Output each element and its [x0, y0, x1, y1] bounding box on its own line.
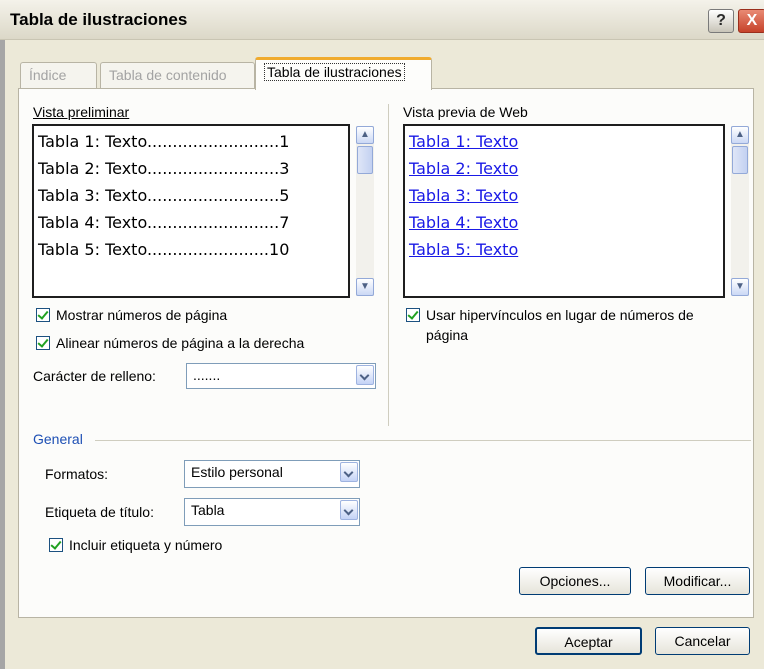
tab-tabla-de-contenido[interactable]: Tabla de contenido	[100, 62, 255, 88]
scroll-thumb[interactable]	[357, 146, 373, 174]
scroll-up-icon[interactable]: ▲	[731, 126, 749, 144]
web-preview-scrollbar[interactable]: ▲ ▼	[731, 126, 749, 296]
preview-item: Tabla 4: Texto..........................…	[38, 213, 290, 232]
tab-indice[interactable]: Índice	[20, 62, 97, 88]
chevron-down-icon[interactable]	[340, 462, 358, 482]
web-preview-link: Tabla 4: Texto	[409, 213, 519, 232]
include-label-checkbox[interactable]	[49, 538, 63, 552]
use-hyperlinks-label-cont: página	[426, 327, 469, 343]
formats-value: Estilo personal	[191, 464, 283, 480]
help-button[interactable]: ?	[708, 9, 734, 33]
options-button[interactable]: Opciones...	[519, 567, 631, 595]
close-button[interactable]: X	[738, 9, 764, 33]
tab-indice-label: Índice	[29, 67, 67, 83]
web-preview-label: Vista previa de Web	[403, 104, 528, 120]
scroll-down-icon[interactable]: ▼	[731, 278, 749, 296]
web-preview-link: Tabla 1: Texto	[409, 132, 519, 151]
web-preview-link: Tabla 5: Texto	[409, 240, 519, 259]
fill-char-value: .......	[193, 367, 221, 383]
web-preview-link: Tabla 3: Texto	[409, 186, 519, 205]
ok-button[interactable]: Aceptar	[535, 627, 642, 655]
align-right-label: Alinear números de página a la derecha	[56, 335, 305, 351]
caption-select[interactable]: Tabla	[184, 498, 360, 526]
include-label-text: Incluir etiqueta y número	[69, 537, 223, 553]
caption-value: Tabla	[191, 502, 225, 518]
tab-tabla-de-ilustraciones-label: Tabla de ilustraciones	[264, 63, 405, 81]
window-frame	[0, 40, 5, 669]
preview-item: Tabla 1: Texto..........................…	[38, 132, 290, 151]
use-hyperlinks-checkbox[interactable]	[406, 308, 420, 322]
preview-item: Tabla 5: Texto........................10	[38, 240, 290, 259]
scroll-down-icon[interactable]: ▼	[356, 278, 374, 296]
window-title: Tabla de ilustraciones	[10, 10, 188, 29]
preview-label: Vista preliminar	[33, 104, 130, 120]
general-group-title: General	[33, 431, 83, 447]
chevron-down-icon[interactable]	[356, 365, 374, 385]
cancel-button[interactable]: Cancelar	[655, 627, 750, 655]
vertical-divider	[388, 104, 389, 426]
web-preview-link: Tabla 2: Texto	[409, 159, 519, 178]
chevron-down-icon[interactable]	[340, 500, 358, 520]
align-right-checkbox[interactable]	[36, 336, 50, 350]
preview-scrollbar[interactable]: ▲ ▼	[356, 126, 374, 296]
formats-select[interactable]: Estilo personal	[184, 460, 360, 488]
show-page-numbers-checkbox[interactable]	[36, 308, 50, 322]
modify-button[interactable]: Modificar...	[645, 567, 750, 595]
print-preview-box: Tabla 1: Texto..........................…	[32, 124, 350, 298]
fill-char-label: Carácter de relleno:	[33, 368, 156, 384]
fill-char-select[interactable]: .......	[186, 363, 376, 389]
preview-item: Tabla 2: Texto..........................…	[38, 159, 290, 178]
scroll-up-icon[interactable]: ▲	[356, 126, 374, 144]
caption-label: Etiqueta de título:	[45, 504, 154, 520]
preview-item: Tabla 3: Texto..........................…	[38, 186, 290, 205]
show-page-numbers-label: Mostrar números de página	[56, 307, 228, 323]
web-preview-box: Tabla 1: Texto Tabla 2: Texto Tabla 3: T…	[403, 124, 725, 298]
general-divider	[95, 440, 751, 441]
tab-tabla-de-ilustraciones[interactable]: Tabla de ilustraciones	[255, 57, 432, 90]
use-hyperlinks-label: Usar hipervínculos en lugar de números d…	[426, 307, 694, 323]
title-bar: Tabla de ilustraciones ? X	[0, 0, 764, 40]
formats-label: Formatos:	[45, 466, 109, 482]
tab-tabla-de-contenido-label: Tabla de contenido	[109, 67, 227, 83]
scroll-thumb[interactable]	[732, 146, 748, 174]
